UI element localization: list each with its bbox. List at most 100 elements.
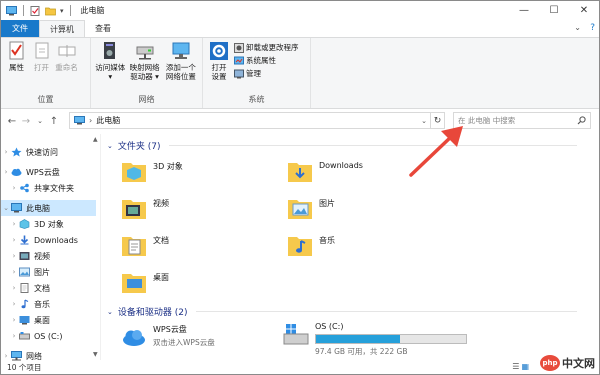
desktop-folder-icon (122, 274, 146, 293)
wps-cloud-drive[interactable]: WPS云盘 双击进入WPS云盘 (121, 324, 215, 350)
devices-section-header[interactable]: ⌄ 设备和驱动器 (2) (107, 305, 577, 318)
expand-chevron-icon[interactable]: › (9, 284, 19, 292)
breadcrumb-chevron-icon[interactable]: › (89, 116, 92, 125)
up-arrow-icon[interactable]: ↑ (47, 116, 61, 127)
nav-shared-folder[interactable]: › 共享文件夹 (1, 180, 96, 196)
this-pc-icon (74, 116, 85, 125)
computer-icon[interactable] (6, 5, 17, 16)
nav-label: 3D 对象 (34, 219, 64, 229)
open-label: 打开 (34, 63, 49, 72)
expand-chevron-icon[interactable]: › (9, 220, 19, 228)
forward-arrow-icon[interactable]: → (19, 116, 33, 127)
downloads-folder-icon (288, 163, 312, 182)
add-location-label-2: 网络位置 (165, 72, 196, 81)
collapse-chevron-icon[interactable]: ⌄ (107, 308, 113, 316)
folders-section-header[interactable]: ⌄ 文件夹 (7) (107, 139, 577, 152)
nav-3d-objects[interactable]: › 3D 对象 (1, 216, 96, 232)
nav-this-pc[interactable]: ⌄ 此电脑 (1, 200, 96, 216)
star-icon (11, 147, 22, 157)
scroll-up-icon[interactable]: ▲ (93, 136, 98, 143)
network-drive-icon (136, 46, 154, 60)
large-icons-view-icon[interactable]: ▦ (521, 362, 529, 371)
title-bar: ▾ 此电脑 — ☐ ✕ (1, 1, 599, 20)
nav-quick-access[interactable]: › 快速访问 (1, 144, 96, 160)
properties-label: 属性 (9, 63, 24, 72)
ribbon-group-system: 打开 设置 卸载或更改程序 系统属性 管理 系统 (203, 38, 311, 108)
collapse-chevron-icon[interactable]: ⌄ (1, 204, 11, 212)
nav-desktop[interactable]: › 桌面 (1, 312, 96, 328)
expand-chevron-icon[interactable]: › (1, 352, 11, 360)
collapse-chevron-icon[interactable]: ⌄ (107, 142, 113, 150)
folder-name: 3D 对象 (153, 162, 183, 171)
manage-button[interactable]: 管理 (234, 68, 299, 79)
nav-label: 文档 (34, 283, 50, 293)
nav-wps-cloud[interactable]: › WPS云盘 (1, 164, 96, 180)
watermark-text: 中文网 (562, 357, 595, 370)
breadcrumb-this-pc[interactable]: 此电脑 (96, 115, 120, 126)
tab-file[interactable]: 文件 (1, 20, 39, 37)
scroll-down-icon[interactable]: ▼ (93, 351, 98, 358)
folder-item[interactable]: 音乐 (287, 232, 335, 258)
expand-chevron-icon[interactable]: › (9, 332, 19, 340)
tab-view[interactable]: 查看 (85, 20, 121, 37)
folder-item[interactable]: 视频 (121, 195, 169, 221)
uninstall-program-button[interactable]: 卸载或更改程序 (234, 42, 299, 53)
back-arrow-icon[interactable]: ← (5, 116, 19, 127)
drive-usage-fill (316, 335, 400, 343)
expand-chevron-icon[interactable]: › (9, 300, 19, 308)
map-drive-label-1: 映射网络 (129, 63, 160, 72)
system-properties-button[interactable]: 系统属性 (234, 55, 299, 66)
music-note-icon (21, 299, 29, 309)
nav-videos[interactable]: › 视频 (1, 248, 96, 264)
expand-chevron-icon[interactable]: › (9, 316, 19, 324)
folder-item[interactable]: 3D 对象 (121, 158, 183, 184)
shared-folder-icon (20, 183, 29, 193)
os-c-drive[interactable]: OS (C:) 97.4 GB 可用，共 222 GB (283, 322, 467, 357)
folders-header-label: 文件夹 (7) (117, 142, 161, 152)
expand-chevron-icon[interactable]: › (1, 168, 11, 176)
media-server-icon (104, 42, 116, 59)
new-folder-icon[interactable] (45, 6, 56, 16)
folder-item[interactable]: 文档 (121, 232, 169, 258)
nav-music[interactable]: › 音乐 (1, 296, 96, 312)
expand-chevron-icon[interactable]: › (1, 148, 11, 156)
expand-chevron-icon[interactable]: › (9, 252, 19, 260)
search-icon[interactable] (577, 116, 586, 125)
folder-item[interactable]: 桌面 (121, 269, 169, 295)
access-media-label-1: 访问媒体 (95, 63, 126, 72)
details-view-icon[interactable]: ☰ (512, 362, 519, 371)
nav-documents[interactable]: › 文档 (1, 280, 96, 296)
drive-usage-bar (315, 334, 467, 344)
php-watermark: php 中文网 (540, 355, 595, 371)
drive-free-space: 97.4 GB 可用，共 222 GB (315, 347, 408, 356)
expand-chevron-icon[interactable]: › (9, 268, 19, 276)
minimize-button[interactable]: — (509, 1, 539, 20)
search-input[interactable]: 在 此电脑 中搜索 (453, 112, 591, 129)
properties-check-icon[interactable] (30, 5, 41, 16)
address-bar[interactable]: › 此电脑 ⌄ (69, 112, 431, 129)
nav-label: OS (C:) (34, 331, 63, 341)
group-label-network: 网络 (138, 95, 155, 104)
pictures-folder-icon (288, 200, 312, 219)
customize-toolbar-icon[interactable]: ▾ (60, 7, 64, 15)
windows-drive-icon (283, 324, 309, 345)
close-button[interactable]: ✕ (569, 1, 599, 20)
nav-pictures[interactable]: › 图片 (1, 264, 96, 280)
folder-item[interactable]: Downloads (287, 158, 363, 184)
nav-os-c[interactable]: › OS (C:) (1, 328, 96, 344)
nav-downloads[interactable]: › Downloads (1, 232, 96, 248)
help-icon[interactable]: ? (590, 23, 595, 33)
expand-chevron-icon[interactable]: › (9, 184, 19, 192)
cloud-icon (11, 168, 22, 176)
folder-item[interactable]: 图片 (287, 195, 335, 221)
rename-icon (58, 45, 75, 57)
expand-ribbon-icon[interactable]: ⌄ (574, 23, 581, 32)
nav-scrollbar[interactable]: ▲ ▼ (91, 134, 100, 360)
maximize-button[interactable]: ☐ (539, 1, 569, 20)
toolbar-separator (69, 5, 71, 16)
expand-chevron-icon[interactable]: › (9, 236, 19, 244)
group-label-system: 系统 (248, 95, 265, 104)
recent-locations-chevron-icon[interactable]: ⌄ (33, 117, 47, 125)
tab-computer[interactable]: 计算机 (39, 20, 85, 37)
drive-icon (19, 332, 30, 340)
